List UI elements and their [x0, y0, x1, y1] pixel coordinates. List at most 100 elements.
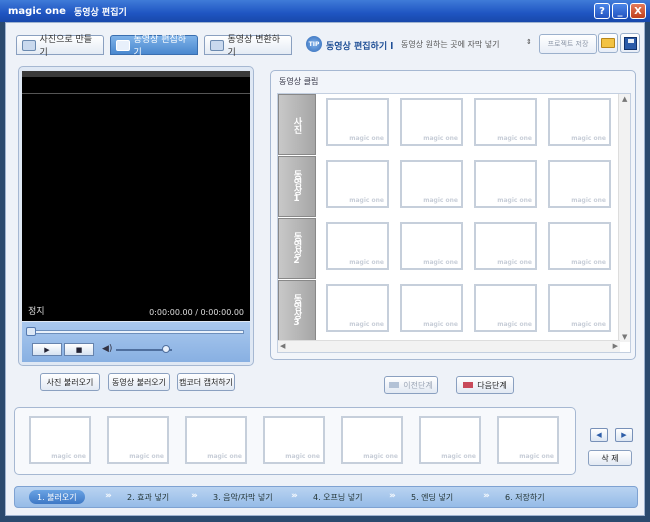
clip-thumbnail[interactable]: magic one: [326, 284, 389, 332]
load-video-button[interactable]: 동영상 불러오기: [108, 373, 170, 391]
help-button[interactable]: ?: [594, 3, 610, 19]
watermark-text: magic one: [497, 259, 532, 266]
category-tab-video3[interactable]: 동영상3: [278, 280, 316, 341]
tab-label: 동영상 변환하기: [227, 35, 281, 58]
watermark-text: magic one: [349, 197, 384, 204]
play-button[interactable]: ▶: [32, 343, 62, 356]
folder-icon: [601, 38, 615, 48]
watermark-text: magic one: [349, 135, 384, 142]
watermark-text: magic one: [423, 135, 458, 142]
clip-thumbnail[interactable]: magic one: [326, 222, 389, 270]
video-preview: 정지 0:00:00.00 / 0:00:00.00: [22, 71, 250, 321]
stop-button[interactable]: ■: [64, 343, 94, 356]
volume-handle[interactable]: [162, 345, 170, 353]
tab-label: 동영상 편집하기: [133, 35, 187, 58]
step-description: 동영상 원하는 곳에 자막 넣기: [401, 40, 500, 49]
clip-thumbnail[interactable]: magic one: [474, 222, 537, 270]
category-tab-photo[interactable]: 사진: [278, 94, 316, 155]
watermark-text: magic one: [349, 259, 384, 266]
clip-thumbnail[interactable]: magic one: [400, 160, 463, 208]
load-photo-button[interactable]: 사진 불러오기: [40, 373, 100, 391]
project-save-button[interactable]: 프로젝트 저장: [539, 34, 597, 54]
timeline-right-button[interactable]: ▶: [615, 428, 633, 442]
tab-video-convert[interactable]: 동영상 변환하기: [204, 35, 292, 58]
clip-thumbnail[interactable]: magic one: [474, 160, 537, 208]
camcorder-capture-button[interactable]: 캠코더 캡처하기: [177, 373, 235, 391]
clips-horizontal-scrollbar[interactable]: ◀ ▶: [278, 340, 620, 352]
save-button[interactable]: [620, 33, 640, 53]
step-item[interactable]: 2. 효과 넣기: [127, 492, 169, 503]
scroll-left-icon[interactable]: ◀: [280, 342, 285, 350]
seek-handle[interactable]: [26, 327, 36, 336]
video-divider: [22, 93, 250, 94]
step-item[interactable]: 3. 음악/자막 넣기: [213, 492, 273, 503]
right-arrow-icon: ▶: [621, 431, 627, 439]
tab-photo-make[interactable]: 사진으로 만들기: [16, 35, 104, 58]
watermark-text: magic one: [571, 135, 606, 142]
timeline-slot[interactable]: magic one: [29, 416, 91, 464]
step-item[interactable]: 6. 저장하기: [505, 492, 545, 503]
timeline-slot[interactable]: magic one: [185, 416, 247, 464]
window-controls: ? _ X: [594, 3, 646, 19]
open-folder-button[interactable]: [598, 33, 618, 53]
clip-thumbnail[interactable]: magic one: [400, 284, 463, 332]
category-tab-video1[interactable]: 동영상1: [278, 156, 316, 217]
step-bar: 1. 불러오기 ››› 2. 효과 넣기 ››› 3. 음악/자막 넣기 ››› 4. 오프…: [14, 486, 638, 508]
timeline-slot[interactable]: magic one: [263, 416, 325, 464]
step-item[interactable]: 4. 오프닝 넣기: [313, 492, 363, 503]
clip-thumbnail[interactable]: magic one: [326, 160, 389, 208]
delete-button[interactable]: 삭 제: [588, 450, 632, 466]
scroll-right-icon[interactable]: ▶: [613, 342, 618, 350]
category-tab-video2[interactable]: 동영상2: [278, 218, 316, 279]
minimize-button[interactable]: _: [612, 3, 628, 19]
clips-area: 사진 동영상1 동영상2 동영상3 ▲ ▼ ◀ ▶ magic one magic…: [277, 93, 631, 353]
next-step-button[interactable]: 다음단계: [456, 376, 514, 394]
convert-icon: [210, 39, 224, 51]
clip-thumbnail[interactable]: magic one: [326, 98, 389, 146]
play-icon: ▶: [44, 345, 50, 354]
watermark-text: magic one: [497, 197, 532, 204]
watermark-text: magic one: [129, 453, 164, 460]
close-button[interactable]: X: [630, 3, 646, 19]
clips-vertical-scrollbar[interactable]: ▲ ▼: [618, 94, 630, 342]
chevron-right-icon: ›››: [291, 491, 298, 501]
timeline-panel: magic one magic one magic one magic one magi…: [14, 407, 576, 475]
timecode: 0:00:00.00 / 0:00:00.00: [149, 308, 244, 317]
chevron-right-icon: ›››: [105, 491, 112, 501]
clip-thumbnail[interactable]: magic one: [474, 284, 537, 332]
clip-thumbnail[interactable]: magic one: [548, 222, 611, 270]
scroll-down-icon[interactable]: ▼: [622, 333, 627, 341]
title-bar: magic one 동영상 편집기 ? _ X: [0, 0, 650, 22]
timeline-left-button[interactable]: ◀: [590, 428, 608, 442]
step-title: 동영상 편집하기 l: [326, 42, 394, 52]
tab-label: 사진으로 만들기: [39, 35, 93, 58]
clip-thumbnail[interactable]: magic one: [400, 222, 463, 270]
prev-step-button[interactable]: 이전단계: [384, 376, 438, 394]
clip-thumbnail[interactable]: magic one: [548, 160, 611, 208]
clip-thumbnail[interactable]: magic one: [400, 98, 463, 146]
clip-thumbnail[interactable]: magic one: [548, 98, 611, 146]
timeline-slot[interactable]: magic one: [419, 416, 481, 464]
step-item[interactable]: 5. 엔딩 넣기: [411, 492, 453, 503]
photo-icon: [22, 39, 36, 51]
toolbar: 사진으로 만들기 동영상 편집하기 동영상 변환하기 TIP 동영상 편집하기 …: [6, 23, 644, 59]
watermark-text: magic one: [519, 453, 554, 460]
timeline-slot[interactable]: magic one: [341, 416, 403, 464]
watermark-text: magic one: [423, 259, 458, 266]
clip-thumbnail[interactable]: magic one: [474, 98, 537, 146]
updown-arrow-icon[interactable]: ⇕: [526, 38, 532, 46]
seek-bar[interactable]: [28, 330, 244, 334]
watermark-text: magic one: [207, 453, 242, 460]
clips-panel: 동영상 클립 사진 동영상1 동영상2 동영상3 ▲ ▼ ◀ ▶ magic o…: [270, 70, 636, 360]
tab-video-edit[interactable]: 동영상 편집하기: [110, 35, 198, 58]
left-arrow-icon: [389, 382, 400, 388]
clip-thumbnail[interactable]: magic one: [548, 284, 611, 332]
prev-step-label: 이전단계: [403, 380, 433, 390]
speaker-icon: ◀): [102, 344, 113, 354]
preview-panel: 정지 0:00:00.00 / 0:00:00.00 ▶ ■ ◀): [18, 66, 254, 366]
step-item[interactable]: 1. 불러오기: [29, 490, 85, 504]
clips-label: 동영상 클립: [279, 77, 319, 86]
timeline-slot[interactable]: magic one: [497, 416, 559, 464]
timeline-slot[interactable]: magic one: [107, 416, 169, 464]
scroll-up-icon[interactable]: ▲: [622, 95, 627, 103]
